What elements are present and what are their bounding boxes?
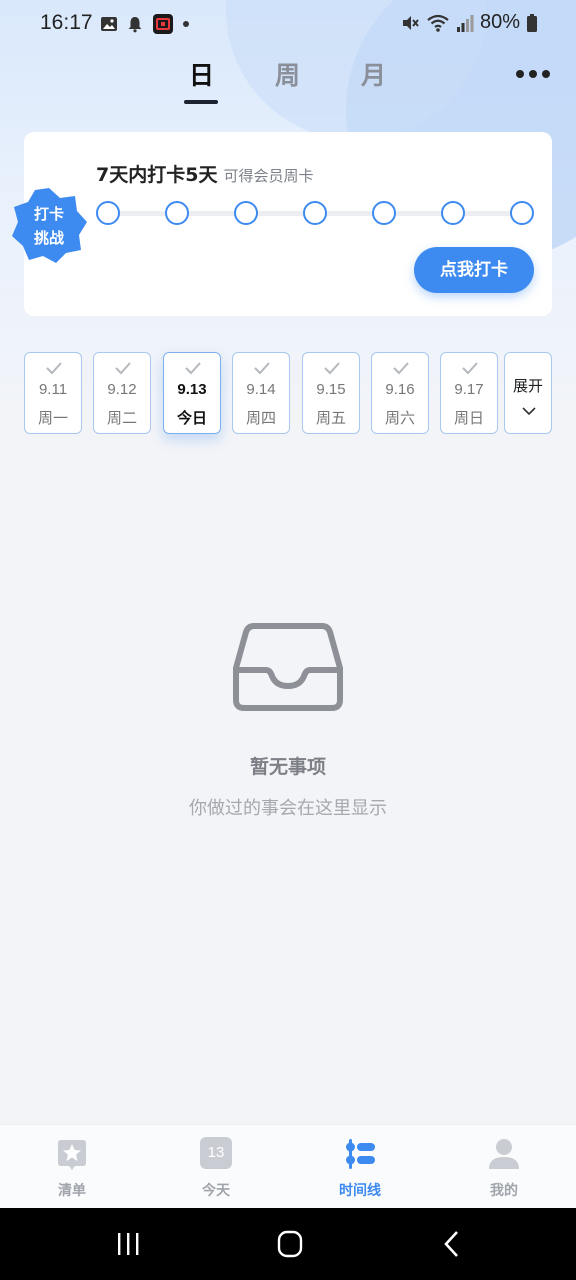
weekday-label: 周六: [384, 409, 415, 427]
date-label: 9.16: [385, 381, 415, 398]
wifi-icon: [427, 14, 449, 32]
date-item-0917[interactable]: 9.17 周日: [440, 352, 498, 434]
back-icon[interactable]: [432, 1230, 472, 1258]
notification-icons: [100, 13, 190, 35]
bottom-navigation: 清单 13 今天 时间线 我的: [0, 1124, 576, 1208]
calendar-13-icon: 13: [200, 1137, 232, 1169]
date-label: 9.17: [454, 381, 484, 398]
date-item-0916[interactable]: 9.16 周六: [371, 352, 429, 434]
date-label: 9.13: [177, 381, 207, 398]
date-item-0915[interactable]: 9.15 周五: [302, 352, 360, 434]
date-item-0913-today[interactable]: 9.13 今日: [163, 352, 221, 434]
tab-week[interactable]: 周: [275, 56, 300, 92]
nav-label: 清单: [58, 1183, 86, 1199]
check-icon: [46, 362, 62, 375]
checkin-challenge-badge: 打卡 挑战: [10, 186, 88, 264]
nav-item-timeline[interactable]: 时间线: [288, 1125, 432, 1209]
weekday-label: 周五: [315, 409, 346, 427]
tab-month[interactable]: 月: [361, 56, 386, 92]
check-icon: [462, 362, 478, 375]
star-list-icon: [58, 1140, 86, 1170]
check-icon: [115, 362, 131, 375]
more-notifications-dot-icon: [183, 21, 189, 27]
battery-icon: [527, 13, 537, 32]
view-tabs: 日 周 月: [0, 52, 576, 112]
check-icon: [254, 362, 270, 375]
check-icon: [393, 362, 409, 375]
expand-calendar-button[interactable]: 展开: [504, 352, 552, 434]
date-label: 9.15: [316, 381, 346, 398]
tab-day[interactable]: 日: [189, 56, 214, 92]
system-navigation-bar: [0, 1208, 576, 1280]
date-label: 9.11: [38, 381, 68, 398]
weekday-label: 今日: [176, 409, 207, 427]
check-icon: [185, 362, 201, 375]
nav-item-list[interactable]: 清单: [0, 1125, 144, 1209]
empty-inbox-icon: [233, 623, 343, 711]
date-label: 9.14: [246, 381, 276, 398]
nav-item-today[interactable]: 13 今天: [144, 1125, 288, 1209]
badge-line-2: 挑战: [33, 229, 64, 247]
timeline-icon: [346, 1139, 375, 1169]
bell-icon: [128, 17, 142, 33]
date-label: 9.12: [107, 381, 137, 398]
weekday-label: 周日: [453, 409, 484, 427]
status-right: 80%: [400, 11, 538, 34]
checkin-progress: [96, 200, 534, 226]
weekday-label: 周二: [106, 409, 137, 427]
nav-label: 我的: [490, 1183, 518, 1199]
mute-icon: [402, 15, 419, 30]
nav-item-me[interactable]: 我的: [432, 1125, 576, 1209]
weekday-label: 周四: [245, 409, 276, 427]
more-options-icon[interactable]: [516, 68, 550, 80]
challenge-title: 7天内打卡5天 可得会员周卡: [96, 160, 313, 187]
app-notification-icon: [153, 14, 173, 34]
date-selector: 9.11 周一 9.12 周二 9.13 今日 9.14 周四 9.15 周五 …: [24, 352, 552, 434]
battery-percent: 80%: [479, 11, 520, 33]
date-item-0914[interactable]: 9.14 周四: [232, 352, 290, 434]
empty-state-title: 暂无事项: [249, 756, 326, 778]
nav-label: 今天: [202, 1183, 230, 1199]
date-item-0911[interactable]: 9.11 周一: [24, 352, 82, 434]
checkin-button[interactable]: 点我打卡: [414, 247, 534, 293]
chevron-down-icon: [522, 407, 536, 415]
progress-day-5: [372, 201, 396, 225]
checkin-challenge-card: 7天内打卡5天 可得会员周卡 点我打卡: [24, 132, 552, 316]
nav-label: 时间线: [339, 1183, 381, 1199]
weekday-label: 周一: [37, 409, 68, 427]
tab-indicator: [184, 100, 218, 104]
challenge-title-text: 7天内打卡5天: [96, 164, 218, 186]
progress-day-7: [510, 201, 534, 225]
expand-label: 展开: [512, 377, 543, 395]
progress-day-6: [441, 201, 465, 225]
progress-day-3: [234, 201, 258, 225]
badge-line-1: 打卡: [33, 205, 64, 223]
progress-day-4: [303, 201, 327, 225]
check-icon: [324, 362, 340, 375]
progress-day-2: [165, 201, 189, 225]
status-bar: 16:17 80%: [0, 0, 576, 48]
home-icon[interactable]: [270, 1230, 310, 1258]
signal-icon: [456, 14, 474, 32]
recent-apps-icon[interactable]: [108, 1230, 148, 1258]
challenge-reward: 可得会员周卡: [223, 167, 314, 185]
progress-day-1: [96, 201, 120, 225]
date-item-0912[interactable]: 9.12 周二: [93, 352, 151, 434]
status-time: 16:17: [40, 11, 93, 34]
person-icon: [489, 1139, 519, 1169]
empty-state-subtitle: 你做过的事会在这里显示: [189, 798, 387, 819]
gallery-icon: [101, 17, 117, 31]
